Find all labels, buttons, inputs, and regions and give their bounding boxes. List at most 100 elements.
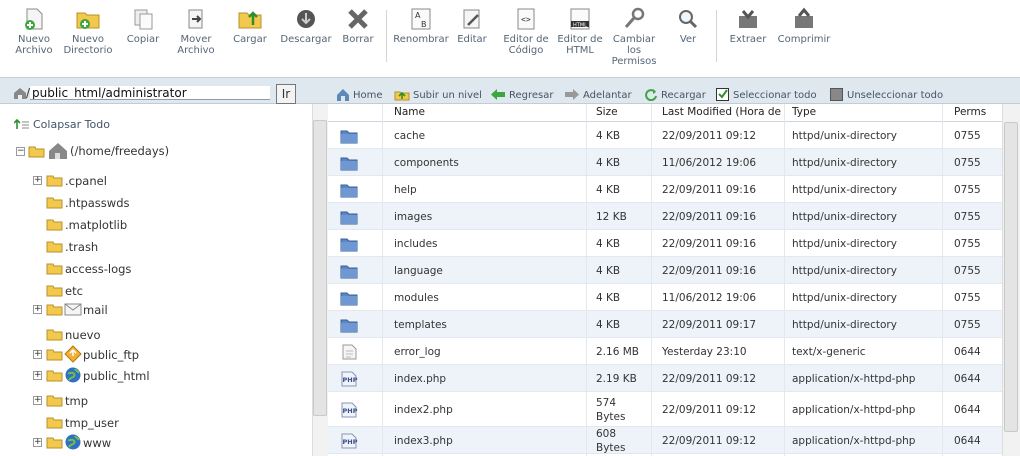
column-divider [586,104,587,456]
file-type: httpd/unix-directory [792,318,897,331]
file-type: application/x-httpd-php [792,403,916,416]
table-row[interactable]: includes 4 KB 22/09/2011 09:16 httpd/unix-d… [328,230,1002,257]
file-name: language [394,264,443,277]
tree-item-cpanel[interactable]: .cpanel [65,174,107,188]
tree-item-trash[interactable]: .trash [65,240,98,254]
change-permissions-button[interactable]: Cambiar los Permisos [610,7,658,67]
tree-expand-toggle[interactable]: + [33,305,42,314]
file-type: application/x-httpd-php [792,372,916,385]
checkbox-empty-icon [830,88,843,101]
column-header-perms[interactable]: Perms [954,106,986,118]
file-type: application/x-httpd-php [792,434,916,447]
tree-item-public-html[interactable]: public_html [83,369,150,383]
file-perms: 0755 [954,237,981,250]
move-icon [188,9,203,29]
file-modified: 22/09/2011 09:12 [662,434,757,447]
folder-icon [46,370,63,382]
collapse-icon [13,118,29,129]
file-type: text/x-generic [792,345,866,358]
table-row[interactable]: language 4 KB 22/09/2011 09:16 httpd/unix-d… [328,257,1002,284]
column-header-size[interactable]: Size [596,106,618,118]
file-size: 574 Bytes [596,396,626,423]
tree-root-collapse-toggle[interactable]: − [16,147,25,156]
file-name: images [394,210,433,223]
upload-button[interactable]: Cargar [230,7,270,45]
go-button[interactable]: Ir [276,84,296,104]
forward-link[interactable]: Adelantar [564,88,632,101]
tree-expand-toggle[interactable]: + [33,176,42,185]
column-header-name[interactable]: Name [394,106,425,118]
table-row[interactable]: modules 4 KB 11/06/2012 19:06 httpd/unix-di… [328,284,1002,311]
new-file-button[interactable]: Nuevo Archivo [14,7,54,56]
table-row[interactable]: PHP index.php 2.19 KB 22/09/2011 09:12 appli… [328,365,1002,392]
tree-root-label[interactable]: (/home/freedays) [70,144,169,158]
tree-item-tmp-user[interactable]: tmp_user [65,416,119,430]
tree-item-etc[interactable]: etc [65,284,83,298]
file-size: 608 Bytes [596,427,626,454]
reload-link[interactable]: Recargar [644,88,706,102]
column-divider [382,104,383,456]
tree-item-access-logs[interactable]: access-logs [65,262,131,276]
table-row[interactable]: error_log 2.16 MB Yesterday 23:10 text/x-ge… [328,338,1002,365]
toolbar-separator [716,10,717,62]
move-file-button[interactable]: Mover Archivo [174,7,218,56]
table-row[interactable]: help 4 KB 22/09/2011 09:16 httpd/unix-direc… [328,176,1002,203]
view-button[interactable]: Ver [674,7,702,45]
file-perms: 0755 [954,183,981,196]
folder-icon [46,329,63,341]
tree-expand-toggle[interactable]: + [33,438,42,447]
text-file-icon [342,344,357,359]
tree-item-public-ftp[interactable]: public_ftp [83,348,139,362]
folder-open-icon [28,146,45,158]
column-header-type[interactable]: Type [792,106,816,118]
file-size: 4 KB [596,318,621,331]
delete-button[interactable]: Borrar [340,7,376,45]
file-modified: 11/06/2012 19:06 [662,291,757,304]
select-all-link[interactable]: Seleccionar todo [716,88,817,101]
table-row[interactable]: templates 4 KB 22/09/2011 09:17 httpd/unix-… [328,311,1002,338]
file-name: includes [394,237,438,250]
tree-item-mail[interactable]: mail [83,303,108,317]
back-link[interactable]: Regresar [490,88,554,101]
tree-item-nuevo[interactable]: nuevo [65,328,101,342]
html-editor-button[interactable]: HTML Editor de HTML [556,7,604,56]
left-scrollbar-thumb[interactable] [313,120,327,416]
tree-item-htpasswds[interactable]: .htpasswds [65,196,129,210]
rename-button[interactable]: AB Renombrar [392,7,450,45]
column-header-modified[interactable]: Last Modified (Hora de verano) [662,106,782,118]
path-input[interactable] [30,86,270,100]
tree-item-tmp[interactable]: tmp [65,394,88,408]
home-link[interactable]: Home [336,88,383,101]
folder-icon [340,184,358,197]
collapse-all-link[interactable]: Colapsar Todo [13,118,110,131]
table-row[interactable]: PHP index3.php 608 Bytes 22/09/2011 09:12 ap… [328,427,1002,454]
copy-button[interactable]: Copiar [124,7,162,45]
tree-item-www[interactable]: www [83,436,111,450]
tree-expand-toggle[interactable]: + [33,396,42,405]
file-size: 4 KB [596,183,621,196]
code-editor-button[interactable]: <> Editor de Código [502,7,550,56]
upload-icon [238,11,262,29]
tree-item-matplotlib[interactable]: .matplotlib [65,218,127,232]
table-row[interactable]: components 4 KB 11/06/2012 19:06 httpd/unix… [328,149,1002,176]
compress-button[interactable]: Comprimir [776,7,832,45]
table-row[interactable]: PHP index2.php 574 Bytes 22/09/2011 09:12 ap… [328,392,1002,427]
svg-text:PHP: PHP [343,376,358,384]
file-size: 4 KB [596,129,621,142]
right-scrollbar-thumb[interactable] [1004,122,1018,432]
table-row[interactable]: images 12 KB 22/09/2011 09:16 httpd/unix-di… [328,203,1002,230]
php-file-icon: PHP [341,402,358,417]
new-folder-button[interactable]: Nuevo Directorio [62,7,114,56]
table-row[interactable]: cache 4 KB 22/09/2011 09:12 httpd/unix-dire… [328,122,1002,149]
tree-expand-toggle[interactable]: + [33,371,42,380]
edit-button[interactable]: Editar [454,7,490,45]
download-button[interactable]: Descargar [278,7,334,45]
download-icon [297,10,315,28]
tree-expand-toggle[interactable]: + [33,350,42,359]
up-one-level-link[interactable]: Subir un nivel [394,88,482,101]
file-perms: 0755 [954,156,981,169]
up-level-icon [394,91,410,101]
extract-button[interactable]: Extraer [726,7,770,45]
deselect-all-link[interactable]: Unseleccionar todo [830,88,943,101]
folder-icon [340,319,358,332]
